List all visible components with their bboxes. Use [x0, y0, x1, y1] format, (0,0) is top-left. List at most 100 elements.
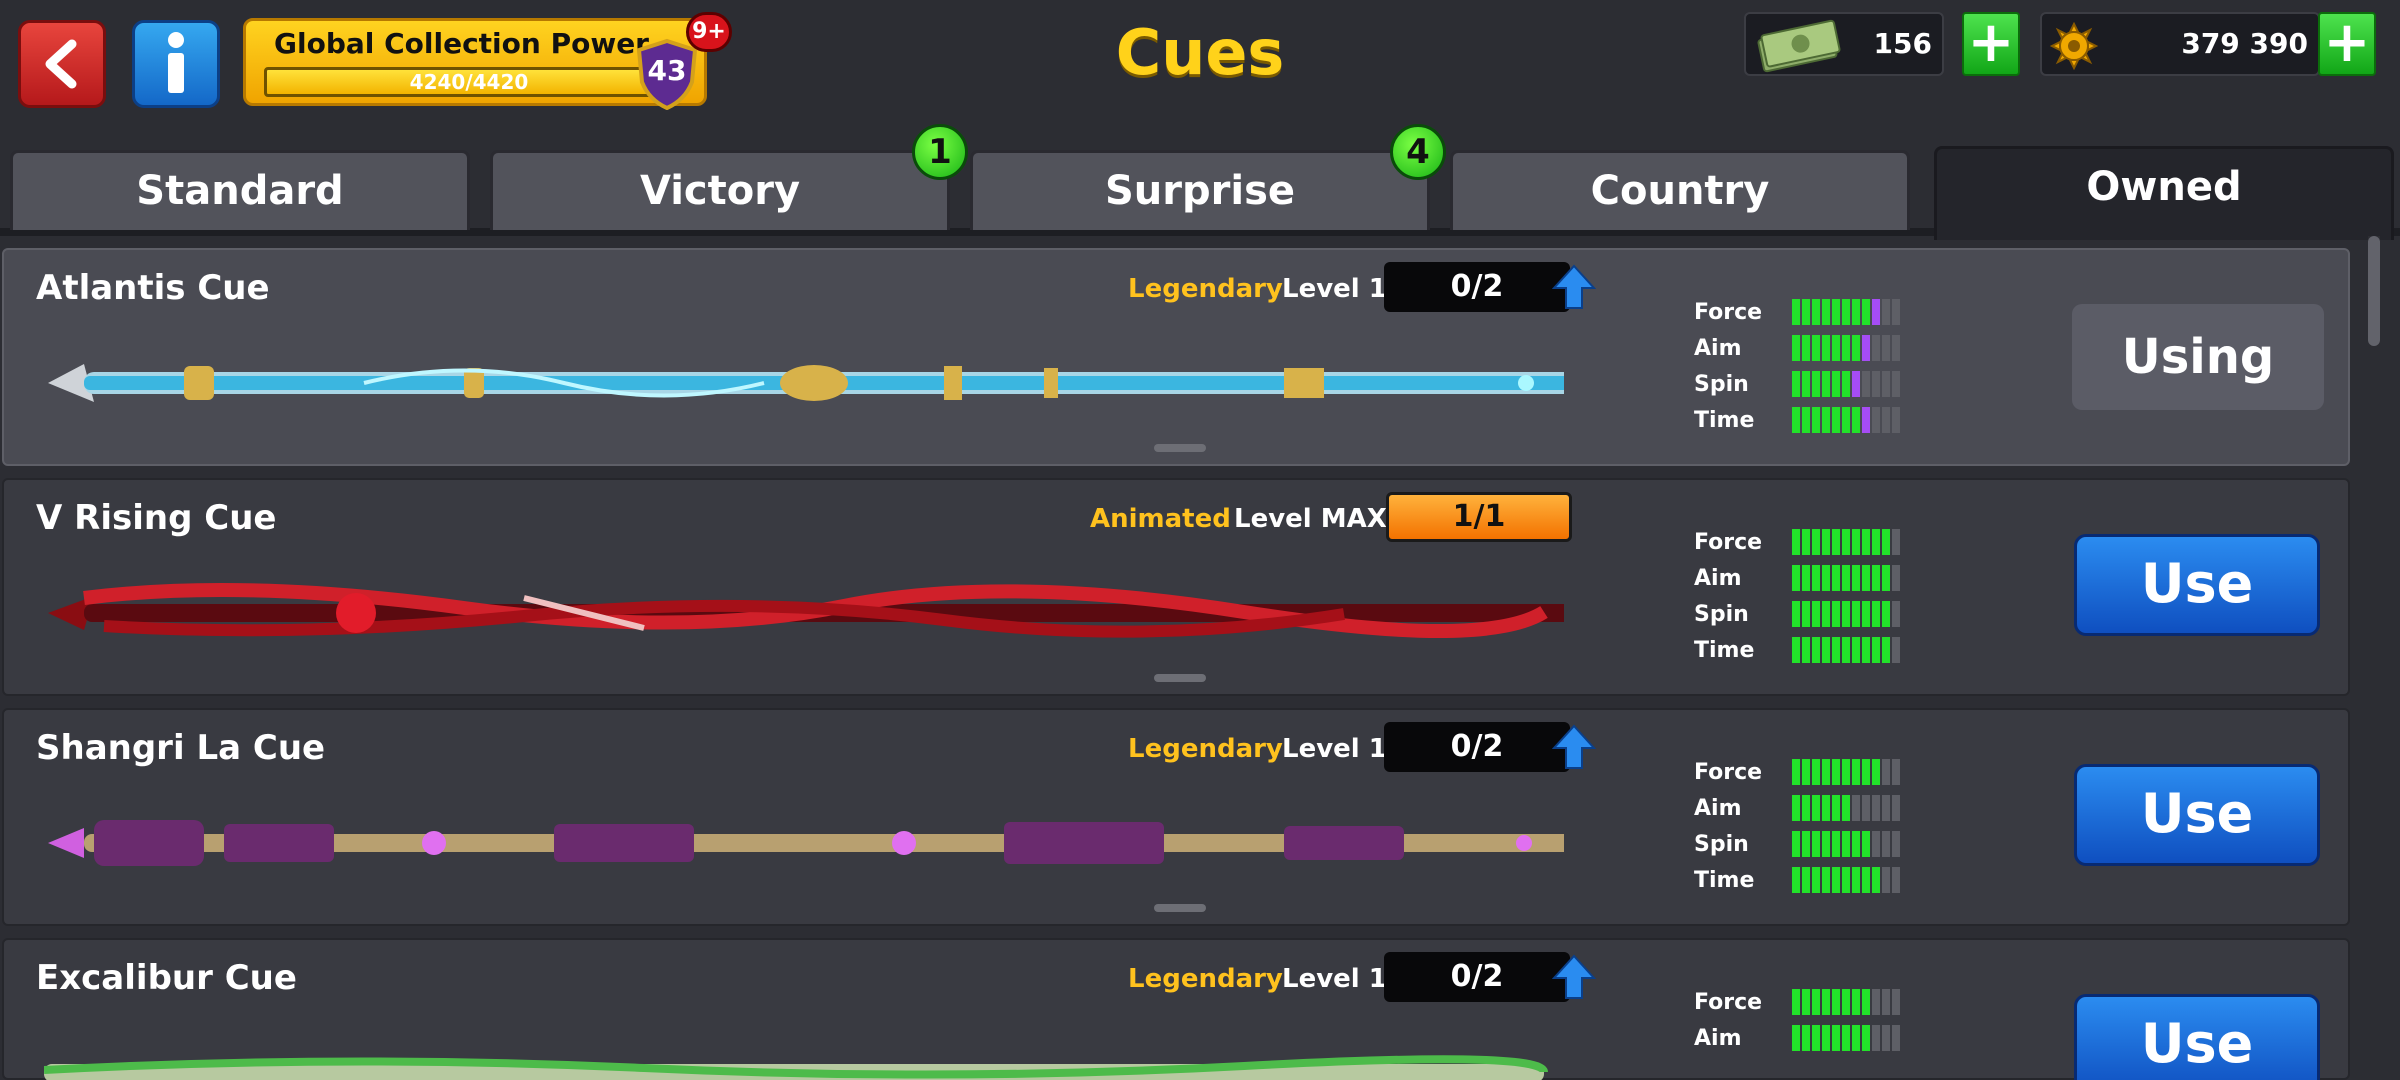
stat-segment — [1822, 795, 1830, 821]
stat-segment — [1852, 831, 1860, 857]
stat-segment — [1852, 637, 1860, 663]
cue-progress: 0/2 — [1384, 722, 1570, 772]
stat-segment — [1882, 795, 1890, 821]
stat-segment — [1842, 759, 1850, 785]
stat-segment — [1842, 1025, 1850, 1051]
tab-victory[interactable]: Victory — [490, 150, 950, 230]
stat-aim: Aim — [1694, 560, 1934, 596]
stat-segment — [1852, 989, 1860, 1015]
use-button[interactable]: Use — [2074, 534, 2320, 636]
stat-segment — [1882, 565, 1890, 591]
stat-segment — [1812, 529, 1820, 555]
list-scroll-thumb[interactable] — [2368, 236, 2380, 346]
cue-row-shangri-la[interactable]: Shangri La Cue Legendary Level 1 0/2 For… — [2, 708, 2350, 926]
stat-segment — [1892, 637, 1900, 663]
stat-segment — [1802, 759, 1810, 785]
stat-segment — [1832, 795, 1840, 821]
stat-segment — [1852, 867, 1860, 893]
stat-segment — [1872, 637, 1880, 663]
stat-segment — [1812, 831, 1820, 857]
stat-segment — [1892, 831, 1900, 857]
stat-segment — [1822, 637, 1830, 663]
cue-row-atlantis[interactable]: Atlantis Cue Legendary Level 1 0/2 Force… — [2, 248, 2350, 466]
cue-row-excalibur[interactable]: Excalibur Cue Legendary Level 1 0/2 Forc… — [2, 938, 2350, 1080]
stat-segment — [1842, 795, 1850, 821]
add-coins-button[interactable]: + — [2318, 12, 2376, 76]
stat-spin: Spin — [1694, 366, 1934, 402]
cash-icon — [1757, 19, 1841, 73]
stat-segment — [1872, 831, 1880, 857]
add-cash-button[interactable]: + — [1962, 12, 2020, 76]
stat-segment — [1852, 407, 1860, 433]
stat-segment — [1872, 989, 1880, 1015]
stat-segment — [1842, 637, 1850, 663]
cue-image-atlantis — [48, 364, 1564, 402]
stat-segment — [1882, 299, 1890, 325]
stat-segment — [1792, 529, 1800, 555]
stat-segment — [1872, 335, 1880, 361]
stat-segment — [1832, 335, 1840, 361]
stat-segment — [1892, 407, 1900, 433]
stat-segment — [1792, 601, 1800, 627]
stat-segment — [1822, 867, 1830, 893]
tab-owned[interactable]: Owned — [1934, 146, 2394, 240]
stat-segment — [1792, 831, 1800, 857]
tab-surprise[interactable]: Surprise — [970, 150, 1430, 230]
stat-segment — [1822, 989, 1830, 1015]
stat-segment — [1862, 529, 1870, 555]
stat-segment — [1882, 335, 1890, 361]
stat-time: Time — [1694, 402, 1934, 438]
stat-segment — [1812, 565, 1820, 591]
stat-segment — [1892, 299, 1900, 325]
stat-segment — [1792, 795, 1800, 821]
use-button[interactable]: Use — [2074, 994, 2320, 1080]
list-scrollbar[interactable] — [2368, 236, 2380, 1036]
stat-bars — [1792, 637, 1900, 663]
stat-segment — [1802, 601, 1810, 627]
stat-time: Time — [1694, 862, 1934, 898]
stat-segment — [1802, 1025, 1810, 1051]
stat-segment — [1852, 1025, 1860, 1051]
stat-segment — [1822, 601, 1830, 627]
cue-row-v-rising[interactable]: V Rising Cue Animated Level MAX 1/1 Forc… — [2, 478, 2350, 696]
stat-segment — [1802, 407, 1810, 433]
stat-label: Force — [1694, 759, 1763, 785]
stat-segment — [1832, 601, 1840, 627]
drag-handle — [1154, 674, 1206, 682]
stat-bars — [1792, 867, 1900, 893]
stat-segment — [1842, 335, 1850, 361]
upgrade-arrow-icon[interactable] — [1552, 954, 1596, 1000]
stat-segment — [1872, 565, 1880, 591]
stat-force: Force — [1694, 524, 1934, 560]
stat-segment — [1812, 371, 1820, 397]
stat-segment — [1822, 565, 1830, 591]
stat-label: Aim — [1694, 795, 1742, 821]
stat-segment — [1832, 529, 1840, 555]
stat-force: Force — [1694, 984, 1934, 1020]
stat-segment — [1802, 867, 1810, 893]
stat-label: Force — [1694, 299, 1763, 325]
stat-segment — [1802, 529, 1810, 555]
stat-segment — [1842, 867, 1850, 893]
upgrade-arrow-icon[interactable] — [1552, 724, 1596, 770]
stat-segment — [1842, 989, 1850, 1015]
stat-segment — [1802, 299, 1810, 325]
upgrade-arrow-icon[interactable] — [1552, 264, 1596, 310]
stat-label: Force — [1694, 989, 1763, 1015]
stat-bars — [1792, 407, 1900, 433]
tab-country[interactable]: Country — [1450, 150, 1910, 230]
tab-standard[interactable]: Standard — [10, 150, 470, 230]
stat-segment — [1792, 335, 1800, 361]
stat-segment — [1862, 759, 1870, 785]
stat-segment — [1832, 299, 1840, 325]
use-button[interactable]: Use — [2074, 764, 2320, 866]
cash-value: 156 — [1873, 27, 1932, 60]
using-button[interactable]: Using — [2072, 304, 2324, 410]
stat-segment — [1822, 407, 1830, 433]
stat-label: Force — [1694, 529, 1763, 555]
stat-label: Time — [1694, 867, 1755, 893]
stat-segment — [1862, 795, 1870, 821]
stat-segment — [1872, 601, 1880, 627]
cue-progress: 0/2 — [1384, 262, 1570, 312]
stat-segment — [1812, 867, 1820, 893]
